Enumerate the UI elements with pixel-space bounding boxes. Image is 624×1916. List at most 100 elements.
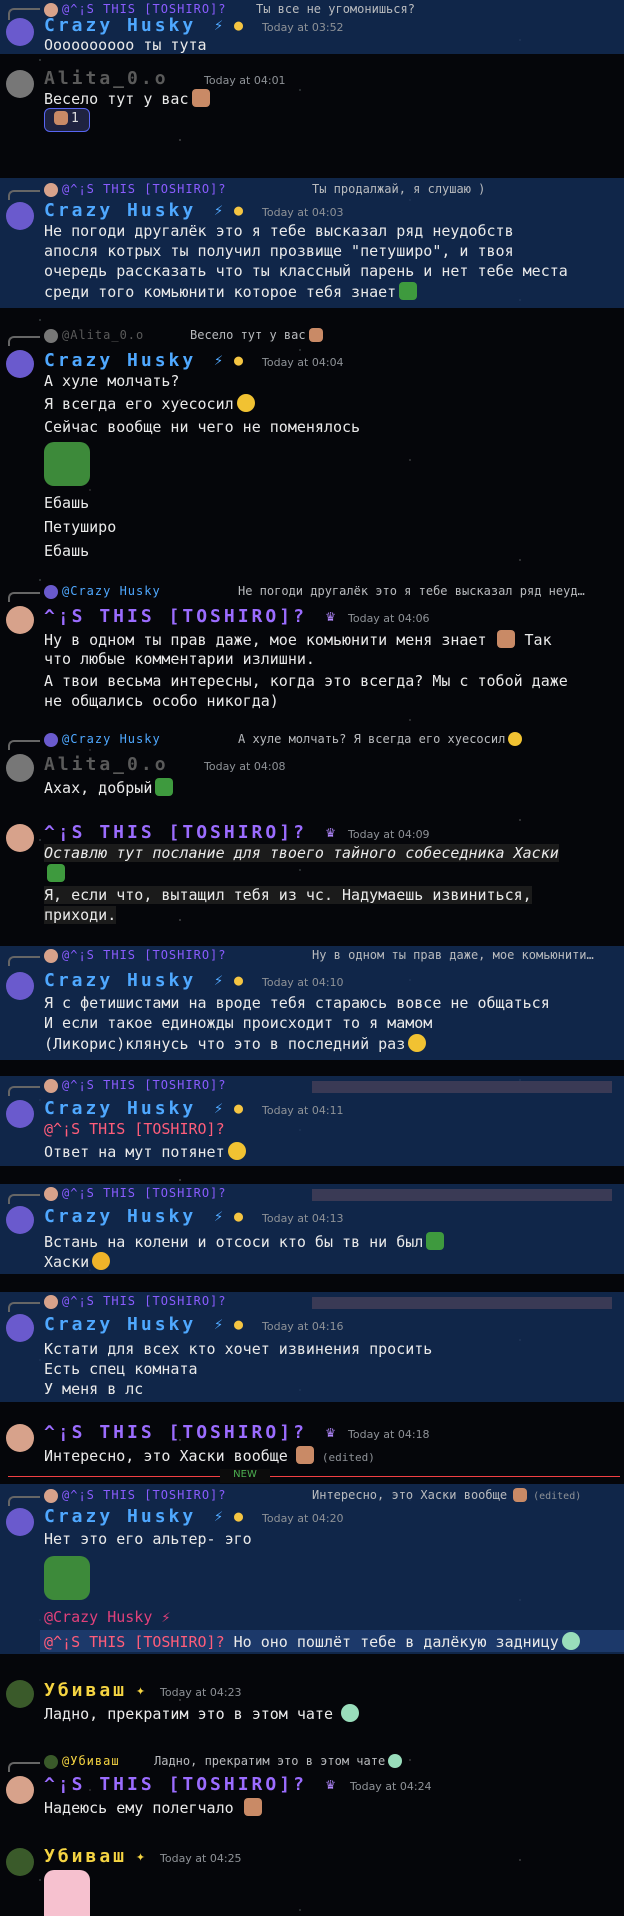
reply-username[interactable]: @Alita_0.o (62, 328, 144, 342)
reply-username[interactable]: @Убиваш (62, 1754, 120, 1768)
username-toshiro[interactable]: ^¡S THIS [TOSHIRO]? (44, 1774, 307, 1795)
message-toshiro-0418[interactable]: ^¡S THIS [TOSHIRO]? ♛ Today at 04:18 Инт… (0, 1418, 624, 1468)
username-toshiro[interactable]: ^¡S THIS [TOSHIRO]? (44, 1422, 307, 1443)
reply-spine (8, 1496, 40, 1506)
crown-icon: ♛ (326, 1775, 336, 1793)
reply-text: А хуле молчать? Я всегда его хуесосил (238, 732, 523, 746)
username-husky[interactable]: Crazy Husky (44, 200, 196, 221)
message-text: Ответ на мут потянет (44, 1142, 246, 1161)
avatar-husky[interactable] (6, 972, 34, 1000)
username-ubivash[interactable]: Убиваш (44, 1680, 127, 1701)
reply-username[interactable]: @^¡S THIS [TOSHIRO]? (62, 1078, 227, 1092)
reply-username[interactable]: @Crazy Husky (62, 584, 161, 598)
reply-preview[interactable]: @^¡S THIS [TOSHIRO]? Интересно, это Хаск… (0, 1486, 624, 1506)
laughing-emoji-icon (236, 394, 255, 412)
reply-avatar (44, 949, 58, 963)
reply-preview[interactable]: @Crazy Husky А хуле молчать? Я всегда ег… (0, 730, 624, 750)
avatar-husky[interactable] (6, 1508, 34, 1536)
avatar-toshiro[interactable] (6, 824, 34, 852)
avatar-toshiro[interactable] (6, 606, 34, 634)
reply-text: Ладно, прекратим это в этом чате (154, 1754, 403, 1768)
reply-preview[interactable]: @^¡S THIS [TOSHIRO]? Ты продалжай, я слу… (0, 180, 624, 200)
reply-preview[interactable]: @^¡S THIS [TOSHIRO]? (0, 1076, 624, 1096)
message-text: Ебашь (44, 542, 90, 560)
reply-username[interactable]: @^¡S THIS [TOSHIRO]? (62, 1488, 227, 1502)
message-ubivash-0425[interactable]: Убиваш ✦ Today at 04:25 (0, 1838, 624, 1916)
face-emoji-icon (54, 111, 68, 125)
username-husky[interactable]: Crazy Husky (44, 1506, 196, 1527)
reaction-button[interactable]: 1 (44, 108, 90, 132)
reply-text: Весело тут у вас (190, 328, 323, 342)
message-husky-0352[interactable]: @^¡S THIS [TOSHIRO]? Ты все не угомонишь… (0, 0, 624, 54)
message-ubivash-0423[interactable]: Убиваш ✦ Today at 04:23 Ладно, прекратим… (0, 1670, 624, 1732)
pikachu-icon: ✦ (136, 1681, 146, 1699)
avatar-husky[interactable] (6, 202, 34, 230)
avatar-husky[interactable] (6, 1100, 34, 1128)
message-husky-0403[interactable]: @^¡S THIS [TOSHIRO]? Ты продалжай, я слу… (0, 178, 624, 308)
message-husky-0410[interactable]: @^¡S THIS [TOSHIRO]? Ну в одном ты прав … (0, 946, 624, 1060)
username-husky[interactable]: Crazy Husky (44, 1206, 196, 1227)
username-husky[interactable]: Crazy Husky (44, 970, 196, 991)
reply-preview[interactable]: @Crazy Husky Не погоди другалёк это я те… (0, 582, 624, 602)
username-husky[interactable]: Crazy Husky (44, 15, 196, 36)
laughing-emoji-icon (508, 732, 523, 746)
lightning-icon: ⚡ (214, 201, 224, 219)
username-toshiro[interactable]: ^¡S THIS [TOSHIRO]? (44, 822, 307, 843)
reply-username[interactable]: @^¡S THIS [TOSHIRO]? (62, 182, 227, 196)
message-text: Кстати для всех кто хочет извинения прос… (44, 1340, 433, 1358)
reply-spine (8, 592, 40, 602)
username-alita[interactable]: Alita_0.o (44, 68, 169, 89)
reply-avatar (44, 1755, 58, 1769)
reply-preview[interactable]: @Alita_0.o Весело тут у вас (0, 326, 624, 346)
message-text: Есть спец комната (44, 1360, 198, 1378)
avatar-alita[interactable] (6, 754, 34, 782)
reply-username[interactable]: @^¡S THIS [TOSHIRO]? (62, 1294, 227, 1308)
mention-toshiro: @^¡S THIS [TOSHIRO]? (44, 1633, 225, 1651)
message-toshiro-0424[interactable]: @Убиваш Ладно, прекратим это в этом чате… (0, 1752, 624, 1826)
avatar-ubivash[interactable] (6, 1680, 34, 1708)
message-text: Хаски (44, 1252, 111, 1271)
reply-preview[interactable]: @^¡S THIS [TOSHIRO]? Ну в одном ты прав … (0, 946, 624, 966)
message-toshiro-0406[interactable]: @Crazy Husky Не погоди другалёк это я те… (0, 582, 624, 712)
avatar-husky[interactable] (6, 1314, 34, 1342)
message-husky-0411[interactable]: @^¡S THIS [TOSHIRO]? Crazy Husky ⚡ ● Tod… (0, 1076, 624, 1166)
pikachu-icon: ✦ (136, 1847, 146, 1865)
avatar-husky[interactable] (6, 1206, 34, 1234)
reply-preview[interactable]: @^¡S THIS [TOSHIRO]? (0, 1184, 624, 1204)
reply-spine (8, 1194, 40, 1204)
avatar-toshiro[interactable] (6, 1424, 34, 1452)
message-text: Весело тут у вас (44, 89, 210, 108)
mention-toshiro[interactable]: @^¡S THIS [TOSHIRO]? (44, 1120, 225, 1138)
username-husky[interactable]: Crazy Husky (44, 1098, 196, 1119)
face-emoji-icon (295, 1446, 314, 1464)
message-husky-0404[interactable]: @Alita_0.o Весело тут у вас Crazy Husky … (0, 326, 624, 566)
mention-husky[interactable]: @Crazy Husky ⚡ (44, 1608, 170, 1626)
timestamp: Today at 04:03 (262, 206, 344, 219)
message-husky-0420[interactable]: @^¡S THIS [TOSHIRO]? Интересно, это Хаск… (0, 1484, 624, 1654)
avatar-ubivash[interactable] (6, 1848, 34, 1876)
reply-username[interactable]: @^¡S THIS [TOSHIRO]? (62, 948, 227, 962)
username-ubivash[interactable]: Убиваш (44, 1846, 127, 1867)
avatar-toshiro[interactable] (6, 1776, 34, 1804)
reply-username[interactable]: @^¡S THIS [TOSHIRO]? (62, 1186, 227, 1200)
avatar-husky[interactable] (6, 350, 34, 378)
reply-preview[interactable]: @^¡S THIS [TOSHIRO]? (0, 1292, 624, 1312)
message-toshiro-0409[interactable]: ^¡S THIS [TOSHIRO]? ♛ Today at 04:09 Ост… (0, 820, 624, 928)
username-husky[interactable]: Crazy Husky (44, 1314, 196, 1335)
reply-spine (8, 1302, 40, 1312)
username-husky[interactable]: Crazy Husky (44, 350, 196, 371)
message-alita-0408[interactable]: @Crazy Husky А хуле молчать? Я всегда ег… (0, 730, 624, 810)
reply-username[interactable]: @^¡S THIS [TOSHIRO]? (62, 2, 227, 16)
message-alita-0401[interactable]: Alita_0.o Today at 04:01 Весело тут у ва… (0, 62, 624, 154)
avatar-alita[interactable] (6, 70, 34, 98)
username-alita[interactable]: Alita_0.o (44, 754, 169, 775)
money-bag-icon: ● (234, 1315, 244, 1333)
reply-preview[interactable]: @Убиваш Ладно, прекратим это в этом чате (0, 1752, 624, 1772)
message-husky-0413[interactable]: @^¡S THIS [TOSHIRO]? Crazy Husky ⚡ ● Tod… (0, 1184, 624, 1274)
message-text: Интересно, это Хаски вообще (edited) (44, 1446, 375, 1465)
lightning-icon: ⚡ (214, 351, 224, 369)
username-toshiro[interactable]: ^¡S THIS [TOSHIRO]? (44, 606, 307, 627)
reply-username[interactable]: @Crazy Husky (62, 732, 161, 746)
avatar-husky[interactable] (6, 18, 34, 46)
message-husky-0416[interactable]: @^¡S THIS [TOSHIRO]? Crazy Husky ⚡ ● Tod… (0, 1292, 624, 1402)
